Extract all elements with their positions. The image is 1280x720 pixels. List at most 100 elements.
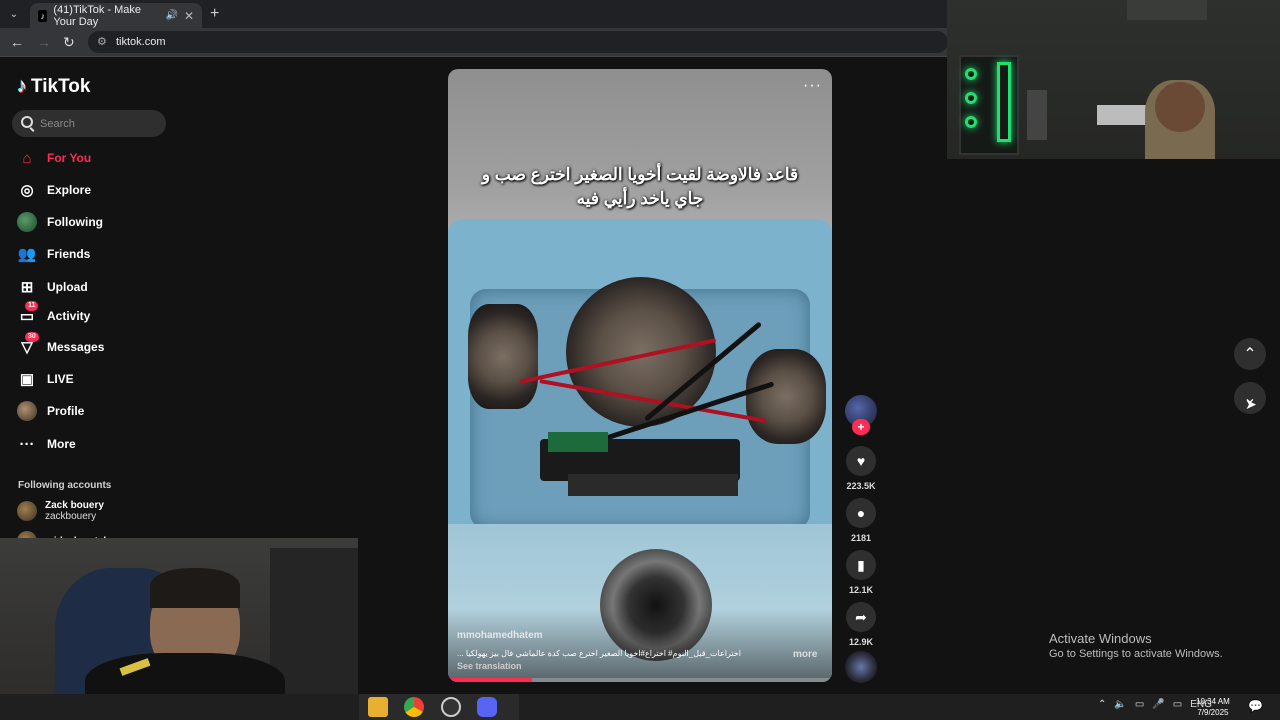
activate-windows-title: Activate Windows <box>1049 631 1152 646</box>
network-icon[interactable]: ▭ <box>1135 699 1144 710</box>
following-account[interactable]: Zack bouery zackbouery <box>17 500 104 522</box>
sidebar-item-label: Profile <box>47 404 85 418</box>
microphone-icon[interactable]: 🎤 <box>1152 699 1164 710</box>
logo-text: TikTok <box>31 75 91 97</box>
obs-icon[interactable] <box>441 697 461 717</box>
sidebar-item-label: LIVE <box>47 372 74 386</box>
person-head <box>1155 82 1205 132</box>
tab-title: (41)TikTok - Make Your Day <box>53 3 142 28</box>
video-author[interactable]: mmohamedhatem <box>457 630 543 641</box>
video-frame-speaker <box>566 277 716 427</box>
sidebar-item-messages[interactable]: ▽ 30 Messages <box>17 332 104 358</box>
fan-light <box>965 92 977 104</box>
sidebar-item-profile[interactable]: Profile <box>17 400 84 422</box>
video-overlay-gradient <box>448 609 832 682</box>
activity-badge: 11 <box>25 301 39 311</box>
save-count: 12.1K <box>848 585 874 595</box>
search-icon <box>21 116 33 128</box>
search-input[interactable]: Search <box>12 110 166 137</box>
sidebar-item-label: For You <box>47 151 92 165</box>
video-frame-board <box>548 432 608 452</box>
windows-taskbar <box>0 694 1280 720</box>
comment-button[interactable]: ● 2181 <box>845 498 877 543</box>
shelf <box>1127 0 1207 20</box>
comment-icon: ● <box>846 498 876 528</box>
fan-light <box>965 116 977 128</box>
tab-search-icon[interactable]: ⌄ <box>6 6 22 22</box>
sidebar-item-upload[interactable]: ⊞ Upload <box>17 276 88 298</box>
home-icon: ⌂ <box>22 149 32 167</box>
reload-icon[interactable]: ↻ <box>63 34 75 51</box>
activity-icon: ▭ 11 <box>17 301 39 326</box>
sidebar-item-activity[interactable]: ▭ 11 Activity <box>17 301 91 327</box>
fan-light <box>965 68 977 80</box>
webcam-overlay-top <box>947 0 1280 159</box>
sidebar-item-more[interactable]: ··· More <box>17 433 76 455</box>
video-options-icon[interactable]: ··· <box>803 77 822 95</box>
sidebar-item-label: Friends <box>47 247 91 261</box>
friends-icon: 👥 <box>17 246 37 263</box>
like-button[interactable]: ♥ 223.5K <box>845 446 877 491</box>
search-placeholder: Search <box>40 117 75 130</box>
system-tray: ⌃ 🔈 ▭ 🎤 ▭ ENG <box>1098 699 1212 710</box>
chevron-up-icon[interactable]: ⌃ <box>1098 699 1106 710</box>
webcam-overlay-bottom <box>0 538 358 720</box>
tiktok-favicon-icon: ♪ <box>38 9 48 22</box>
mouse-cursor-icon: ➤ <box>1245 396 1257 412</box>
share-button[interactable]: ➦ 12.9K <box>845 602 877 647</box>
sidebar-item-label: Activity <box>47 309 91 323</box>
battery-icon[interactable]: ▭ <box>1173 699 1182 710</box>
music-disc-icon[interactable] <box>845 651 877 683</box>
video-caption: قاعد فالاوضة لقيت أخويا الصغير اخترع صب … <box>481 165 799 208</box>
site-settings-icon[interactable]: ⚙ <box>97 35 107 48</box>
speaker-icon[interactable]: 🔊 <box>165 10 177 21</box>
sidebar-item-live[interactable]: ▣ LIVE <box>17 368 74 390</box>
save-button[interactable]: ▮ 12.1K <box>845 550 877 595</box>
upload-icon: ⊞ <box>20 279 34 296</box>
sidebar-item-friends[interactable]: 👥 Friends <box>17 243 91 265</box>
volume-icon[interactable]: 🔈 <box>1114 699 1126 710</box>
see-translation-link[interactable]: See translation <box>457 661 522 671</box>
taskbar-clock[interactable]: 10:34 AM 7/9/2025 <box>1196 696 1230 718</box>
back-icon[interactable]: ← <box>10 34 24 50</box>
notifications-icon[interactable]: 💬 <box>1248 699 1263 713</box>
forward-icon[interactable]: → <box>37 34 51 50</box>
follow-plus-icon[interactable]: + <box>852 419 870 435</box>
new-tab-button[interactable]: + <box>210 5 219 23</box>
live-icon: ▣ <box>19 371 35 388</box>
sidebar-item-explore[interactable]: ◎ Explore <box>17 179 91 201</box>
clock-time: 10:34 AM <box>1196 697 1230 706</box>
following-avatar <box>17 212 37 232</box>
sidebar-item-label: More <box>47 437 76 451</box>
compass-icon: ◎ <box>20 182 34 199</box>
sidebar-item-for-you[interactable]: ⌂ For You <box>17 147 91 169</box>
video-frame-speaker <box>468 304 538 409</box>
video-frame-speaker <box>746 349 826 444</box>
more-link[interactable]: more <box>793 649 817 660</box>
clock-date: 7/9/2025 <box>1197 708 1229 717</box>
file-explorer-icon[interactable] <box>368 697 388 717</box>
previous-video-button[interactable]: ⌃ <box>1234 338 1266 370</box>
fan-light <box>997 62 1011 142</box>
bookmark-icon: ▮ <box>846 550 876 580</box>
activate-windows-subtitle: Go to Settings to activate Windows. <box>1049 648 1223 660</box>
tiktok-logo[interactable]: ♪ TikTok <box>17 75 90 98</box>
sidebar-item-following[interactable]: Following <box>17 211 103 233</box>
avatar <box>17 501 37 521</box>
video-progress-bar[interactable] <box>448 678 832 682</box>
video-player[interactable]: قاعد فالاوضة لقيت أخويا الصغير اخترع صب … <box>448 69 832 682</box>
share-count: 12.9K <box>848 637 874 647</box>
sidebar-item-label: Explore <box>47 183 92 197</box>
url-field[interactable]: ⚙ tiktok.com <box>88 31 948 53</box>
person-hair <box>150 568 240 608</box>
chrome-icon[interactable] <box>404 697 424 717</box>
browser-tab[interactable]: ♪ (41)TikTok - Make Your Day 🔊 ✕ <box>30 3 202 28</box>
more-icon: ··· <box>19 435 35 453</box>
sidebar-item-label: Following <box>47 215 103 229</box>
discord-icon[interactable] <box>477 697 497 717</box>
following-accounts-title: Following accounts <box>18 480 112 491</box>
sidebar-item-label: Upload <box>47 280 88 294</box>
video-description: اختراعات_قبل_النوم# اختراع#اخويا الصغير … <box>457 649 741 658</box>
close-tab-icon[interactable]: ✕ <box>184 9 194 23</box>
tiktok-logo-icon: ♪ <box>17 75 27 97</box>
